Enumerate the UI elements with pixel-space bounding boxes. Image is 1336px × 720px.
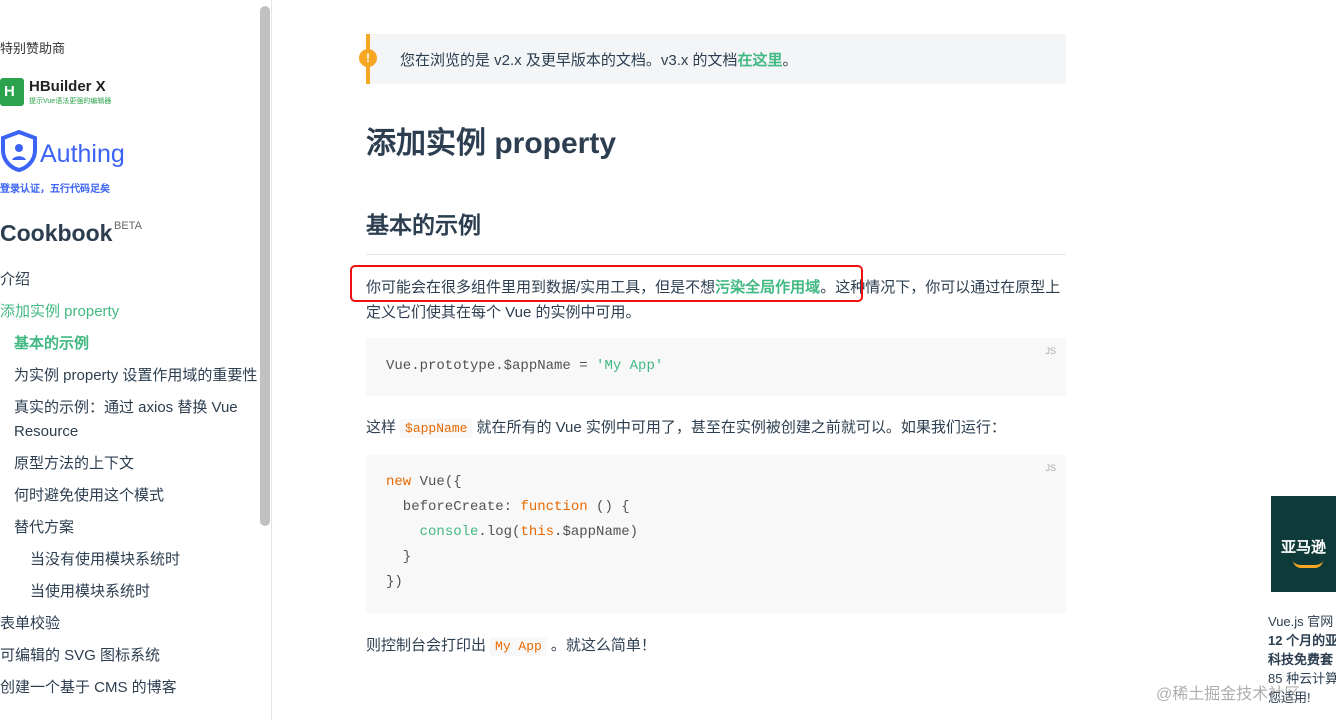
sidebar: 特别赞助商 H HBuilder X 提示Vue语法更强的编辑器 Authing… [0,0,272,720]
code-line: console.log(this.$appName) [419,524,639,540]
sidebar-item-alternatives[interactable]: 替代方案 [0,516,262,540]
watermark: @稀土掘金技术社区 [1156,686,1301,703]
code-block-2: JS new Vue({ beforeCreate: function () {… [366,455,1066,613]
result-paragraph: 则控制台会打印出 My App 。就这么简单！ [366,634,656,656]
ad-image[interactable]: 亚马逊 [1271,496,1336,592]
sidebar-scrollbar[interactable] [260,6,270,526]
sponsor-title: 特别赞助商 [0,41,66,56]
usage-paragraph: 这样 $appName 就在所有的 Vue 实例中可用了，甚至在实例被创建之前就可以… [366,416,1006,438]
sidebar-item-intro[interactable]: 介绍 [0,268,262,292]
warning-icon: ! [359,49,377,67]
sidebar-nav: 介绍 添加实例 property 基本的示例 为实例 property 设置作用… [0,268,262,708]
sidebar-item-svg-icon-system[interactable]: 可编辑的 SVG 图标系统 [0,644,262,668]
tip-prefix: 您在浏览的是 v2.x 及更早版本的文档。v3.x 的文档 [400,52,738,69]
section-title: 基本的示例 [366,212,481,238]
tip-text: 您在浏览的是 v2.x 及更早版本的文档。v3.x 的文档在这里。 [400,49,798,70]
para2-prefix: 这样 [366,419,397,436]
sidebar-item-prototype-context[interactable]: 原型方法的上下文 [0,452,262,476]
inline-code-myapp: My App [490,637,547,656]
inline-code-appname: $appName [400,419,473,438]
authing-tagline: 登录认证，五行代码足矣 [0,184,110,195]
para2-suffix: 就在所有的 Vue 实例中可用了，甚至在实例被创建之前就可以。如果我们运行： [476,419,1006,436]
tip-link-v3[interactable]: 在这里 [738,52,783,69]
code-line: }) [386,574,403,590]
code-block-1: JS Vue.prototype.$appName = 'My App' [366,338,1066,396]
para3-prefix: 则控制台会打印出 [366,637,487,654]
hbuilder-name[interactable]: HBuilder X [29,78,106,95]
section-divider [366,254,1066,255]
sidebar-item-base-example[interactable]: 基本的示例 [0,332,262,356]
highlight-annotation [350,265,863,302]
sidebar-item-module-system[interactable]: 当使用模块系统时 [0,580,262,604]
sidebar-item-no-module-system[interactable]: 当没有使用模块系统时 [0,548,262,572]
sidebar-item-cms-blog[interactable]: 创建一个基于 CMS 的博客 [0,676,262,700]
amazon-smile-icon [1293,560,1323,568]
sidebar-item-real-world-example[interactable]: 真实的示例：通过 axios 替换 Vue Resource [0,396,262,444]
code-line: beforeCreate: function () { [386,499,630,515]
code-line: } [386,549,412,565]
sidebar-item-when-to-avoid[interactable]: 何时避免使用这个模式 [0,484,262,508]
authing-name[interactable]: Authing [40,140,125,169]
code-lang-label: JS [1045,346,1056,356]
code-lang-label: JS [1045,463,1056,473]
authing-shield-icon[interactable] [0,130,38,172]
tip-suffix: 。 [782,52,798,69]
page-title: 添加实例 property [366,127,617,160]
hbuilder-tagline: 提示Vue语法更强的编辑器 [29,98,112,105]
ad-image-text: 亚马逊 [1281,539,1327,556]
para3-suffix: 。就这么简单！ [550,637,656,654]
hbuilder-logo-icon[interactable]: H [0,78,24,106]
beta-badge: BETA [114,220,142,232]
sidebar-item-form-validation[interactable]: 表单校验 [0,612,262,636]
sidebar-item-scoping-importance[interactable]: 为实例 property 设置作用域的重要性 [0,364,262,388]
code-line: new Vue({ [386,474,462,490]
cookbook-title: Cookbook [0,220,113,246]
sidebar-item-adding-instance-properties[interactable]: 添加实例 property [0,300,262,324]
code-line: Vue.prototype.$appName = 'My App' [386,358,664,374]
